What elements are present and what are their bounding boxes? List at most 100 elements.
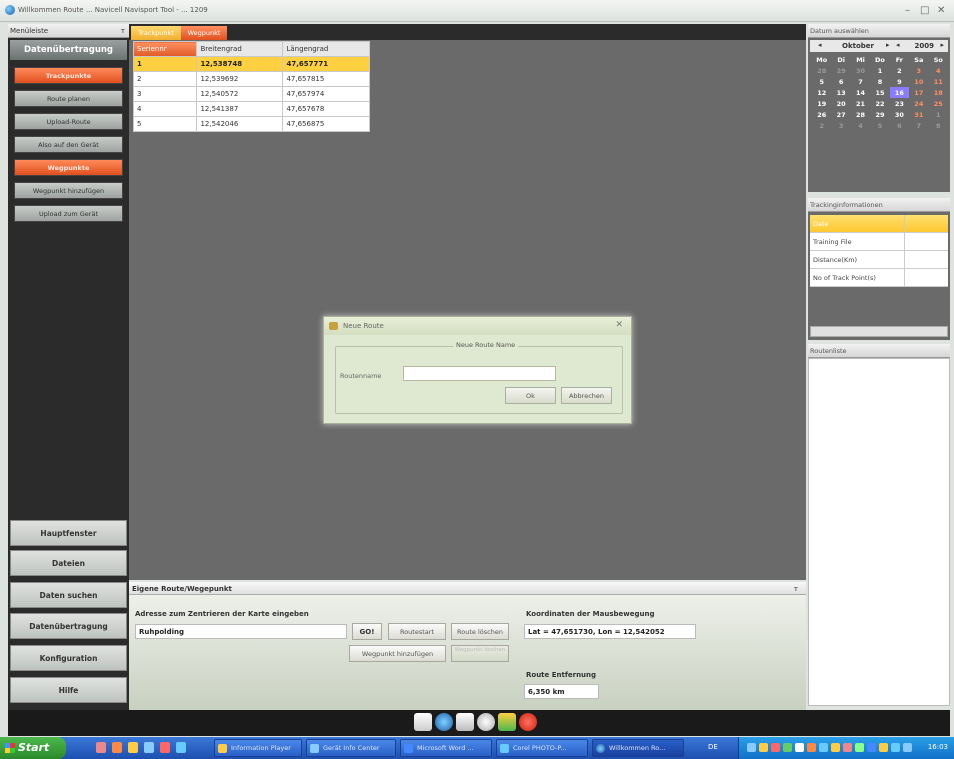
tracking-row[interactable]: Date <box>810 215 948 233</box>
quicklaunch-icon[interactable] <box>112 742 122 753</box>
minimize-button[interactable]: – <box>905 5 910 16</box>
calendar-day[interactable]: 18 <box>929 87 948 98</box>
calendar-day[interactable]: 8 <box>870 76 889 87</box>
prev-month-icon[interactable]: ◂ <box>818 41 822 49</box>
calendar-day[interactable]: 4 <box>929 65 948 76</box>
calendar-day[interactable]: 19 <box>812 98 831 109</box>
table-row[interactable]: 3 12,540572 47,657974 <box>132 86 370 102</box>
calendar-day[interactable]: 14 <box>851 87 870 98</box>
next-month-icon[interactable]: ▸ <box>886 41 890 49</box>
calendar-day[interactable]: 2 <box>812 120 831 131</box>
taskbar-item[interactable]: Corel PHOTO-P... <box>496 739 588 757</box>
calendar-day[interactable]: 25 <box>929 98 948 109</box>
plan-route-button[interactable]: Route planen <box>14 90 123 107</box>
document-icon[interactable] <box>414 713 432 731</box>
map-pin-icon[interactable] <box>477 713 495 731</box>
book-icon[interactable] <box>456 713 474 731</box>
calendar-day[interactable]: 22 <box>870 98 889 109</box>
start-button[interactable]: Start <box>0 737 66 759</box>
exit-icon[interactable] <box>519 713 537 731</box>
quicklaunch-icon[interactable] <box>176 742 186 753</box>
pin-icon[interactable]: ᴛ <box>121 27 125 35</box>
nav-transfer[interactable]: Datenübertragung <box>10 613 127 639</box>
tray-icon[interactable] <box>795 743 804 752</box>
calendar-day[interactable]: 23 <box>890 98 909 109</box>
delete-route-button[interactable]: Route löschen <box>451 623 509 640</box>
tray-icon[interactable] <box>807 743 816 752</box>
tray-icon[interactable] <box>747 743 756 752</box>
column-header[interactable]: Breitengrad <box>196 41 284 57</box>
tracking-row[interactable]: Distance(Km) <box>810 251 948 269</box>
tray-icon[interactable] <box>867 743 876 752</box>
ok-button[interactable]: Ok <box>505 387 556 404</box>
table-row[interactable]: 2 12,539692 47,657815 <box>132 71 370 87</box>
calendar-year[interactable]: 2009 <box>915 42 934 50</box>
nav-help[interactable]: Hilfe <box>10 677 127 703</box>
tray-icon[interactable] <box>855 743 864 752</box>
tray-icon[interactable] <box>771 743 780 752</box>
calendar-day[interactable]: 17 <box>909 87 928 98</box>
calendar-day[interactable]: 11 <box>929 76 948 87</box>
calendar-day[interactable]: 7 <box>909 120 928 131</box>
quicklaunch-icon[interactable] <box>128 742 138 753</box>
dialog-close-icon[interactable]: ✕ <box>615 320 623 330</box>
language-indicator[interactable]: DE <box>708 743 718 751</box>
calendar-day[interactable]: 29 <box>831 65 850 76</box>
cancel-button[interactable]: Abbrechen <box>561 387 612 404</box>
address-input[interactable]: Ruhpolding <box>135 624 347 639</box>
taskbar-item-active[interactable]: Willkommen Ro... <box>592 739 684 757</box>
taskbar-item[interactable]: Microsoft Word ... <box>400 739 492 757</box>
column-header[interactable]: Seriennr <box>132 41 198 57</box>
horizontal-scrollbar[interactable] <box>810 326 948 337</box>
calendar-day[interactable]: 30 <box>890 109 909 120</box>
prev-year-icon[interactable]: ◂ <box>896 41 900 49</box>
quicklaunch-icon[interactable] <box>144 742 154 753</box>
tray-icon[interactable] <box>819 743 828 752</box>
taskbar-item[interactable]: Gerät Info Center <box>306 739 396 757</box>
calendar-day-today[interactable]: 16 <box>889 87 910 98</box>
calendar-day[interactable]: 6 <box>831 76 850 87</box>
tracking-row[interactable]: Training File <box>810 233 948 251</box>
upload-route-button[interactable]: Upload-Route <box>14 113 123 130</box>
add-waypoint-button[interactable]: Wegpunkt hinzufügen <box>14 182 123 199</box>
calendar-day[interactable]: 31 <box>909 109 928 120</box>
table-row[interactable]: 5 12,542046 47,656875 <box>132 116 370 132</box>
route-list[interactable] <box>808 358 950 706</box>
column-header[interactable]: Längengrad <box>282 41 370 57</box>
calendar-day[interactable]: 28 <box>851 109 870 120</box>
upload-device-button[interactable]: Upload zum Gerät <box>14 205 123 222</box>
route-name-input[interactable] <box>403 366 556 381</box>
tray-icon[interactable] <box>843 743 852 752</box>
calendar-day[interactable]: 1 <box>870 65 889 76</box>
globe-icon[interactable] <box>435 713 453 731</box>
calendar-day[interactable]: 7 <box>851 76 870 87</box>
close-button[interactable]: ✕ <box>937 5 945 16</box>
tab-trackpoint[interactable]: Trackpunkt <box>131 26 181 40</box>
calendar-day[interactable]: 21 <box>851 98 870 109</box>
delete-waypoint-button[interactable]: Wegpunkt löschen <box>451 645 509 662</box>
quicklaunch-icon[interactable] <box>96 742 106 753</box>
taskbar-item[interactable]: Information Player <box>214 739 302 757</box>
clock[interactable]: 16:03 <box>928 743 948 751</box>
tray-icon[interactable] <box>783 743 792 752</box>
calendar-day[interactable]: 20 <box>831 98 850 109</box>
users-icon[interactable] <box>498 713 516 731</box>
tracking-row[interactable]: No of Track Point(s) <box>810 269 948 287</box>
calendar-day[interactable]: 13 <box>831 87 850 98</box>
calendar-day[interactable]: 30 <box>851 65 870 76</box>
calendar-day[interactable]: 27 <box>831 109 850 120</box>
tab-waypoint[interactable]: Wegpunkt <box>181 26 227 40</box>
calendar-day[interactable]: 28 <box>812 65 831 76</box>
calendar-day[interactable]: 1 <box>929 109 948 120</box>
nav-config[interactable]: Konfiguration <box>10 645 127 671</box>
calendar-day[interactable]: 12 <box>812 87 831 98</box>
tray-icon[interactable] <box>903 743 912 752</box>
calendar-day[interactable]: 10 <box>909 76 928 87</box>
device-button[interactable]: Also auf den Gerät <box>14 136 123 153</box>
tray-icon[interactable] <box>759 743 768 752</box>
calendar-day[interactable]: 24 <box>909 98 928 109</box>
quicklaunch-icon[interactable] <box>160 742 170 753</box>
calendar-day[interactable]: 4 <box>851 120 870 131</box>
calendar-day[interactable]: 9 <box>890 76 909 87</box>
nav-search[interactable]: Daten suchen <box>10 582 127 608</box>
